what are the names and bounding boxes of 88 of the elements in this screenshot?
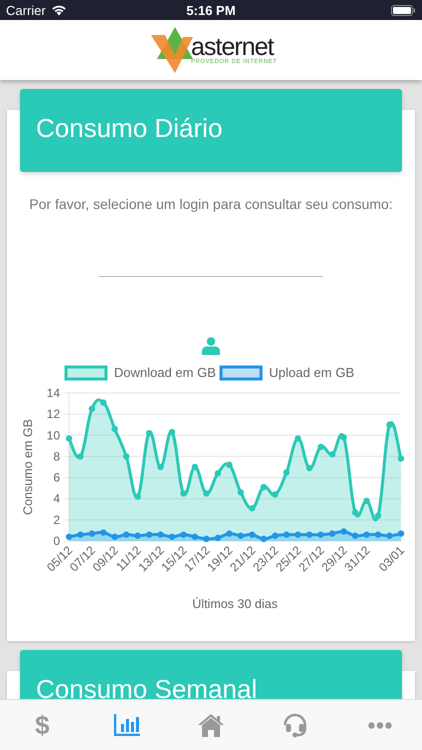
data-point — [146, 430, 152, 436]
data-point — [374, 512, 382, 519]
card-title: Consumo Diário — [36, 113, 222, 144]
y-tick-label: 8 — [53, 449, 60, 464]
wifi-icon — [50, 4, 67, 16]
y-tick-label: 10 — [46, 428, 60, 442]
data-point — [248, 505, 256, 512]
data-point — [283, 531, 290, 538]
data-point — [100, 529, 107, 536]
data-point — [386, 422, 393, 428]
legend-item[interactable]: Upload em GB — [220, 365, 354, 380]
data-point — [77, 531, 84, 538]
headset-icon — [282, 711, 308, 739]
data-point — [352, 509, 358, 516]
data-point — [146, 531, 152, 538]
data-point — [329, 530, 336, 537]
data-point — [272, 532, 278, 539]
data-point — [88, 406, 96, 412]
data-point — [238, 532, 244, 539]
logo-wordmark: asternet — [190, 34, 274, 58]
data-point — [260, 536, 267, 542]
data-point — [306, 464, 313, 472]
logo-mark-icon — [150, 27, 193, 73]
y-tick-label: 14 — [46, 386, 60, 400]
y-tick-label: 6 — [53, 470, 60, 485]
data-point — [123, 453, 130, 460]
data-point — [398, 530, 404, 537]
data-point — [123, 531, 130, 538]
y-tick-label: 0 — [53, 534, 60, 548]
data-point — [157, 464, 164, 470]
data-point — [329, 451, 336, 458]
data-point — [340, 528, 347, 535]
data-point — [226, 462, 232, 468]
user-icon — [202, 337, 220, 355]
data-point — [180, 490, 187, 497]
data-point — [294, 531, 302, 538]
data-point — [88, 530, 96, 537]
y-axis-title: Consumo em GB — [21, 419, 35, 515]
carrier-label: Carrier — [6, 2, 46, 18]
clock-time: 5:16 PM — [186, 2, 236, 18]
bar-chart-icon — [114, 714, 140, 736]
y-tick-label: 4 — [53, 492, 60, 506]
data-point — [77, 453, 84, 460]
data-point — [363, 498, 370, 504]
legend-label: Upload em GB — [269, 365, 354, 380]
data-point — [386, 532, 393, 539]
legend-item[interactable]: Download em GB — [64, 365, 216, 380]
data-point — [66, 435, 72, 442]
data-point — [112, 534, 118, 540]
more-icon — [368, 722, 392, 728]
data-point — [318, 531, 324, 538]
x-axis-title: Últimos 30 dias — [192, 597, 278, 611]
y-tick-label: 2 — [53, 512, 60, 527]
data-point — [340, 434, 347, 441]
data-point — [157, 531, 164, 538]
data-point — [363, 531, 370, 538]
data-point — [134, 532, 141, 539]
data-point — [192, 534, 198, 540]
data-point — [294, 435, 302, 442]
data-point — [248, 531, 256, 538]
battery-icon — [391, 4, 416, 16]
data-point — [214, 534, 222, 542]
data-point — [66, 534, 72, 540]
data-point — [134, 493, 141, 500]
data-point — [214, 470, 222, 477]
data-point — [352, 532, 358, 539]
data-point — [398, 455, 404, 462]
y-tick-label: 12 — [46, 407, 60, 422]
instruction-text: Por favor, selecione um login para consultar seu consumo: — [29, 196, 393, 212]
card-title: Consumo Semanal — [36, 674, 258, 699]
data-point — [203, 536, 210, 542]
data-point — [168, 428, 176, 436]
data-point — [306, 531, 313, 538]
data-point — [192, 464, 198, 470]
data-point — [203, 490, 210, 497]
data-point — [318, 444, 324, 450]
data-point — [238, 489, 244, 496]
data-point — [260, 484, 267, 490]
data-point — [272, 491, 278, 498]
data-point — [180, 531, 187, 538]
data-point — [168, 534, 176, 540]
home-icon — [196, 713, 225, 737]
legend-label: Download em GB — [114, 365, 216, 380]
data-point — [226, 530, 232, 537]
data-point — [283, 469, 290, 476]
data-point — [374, 531, 382, 538]
data-point — [112, 426, 118, 432]
data-point — [100, 399, 107, 406]
